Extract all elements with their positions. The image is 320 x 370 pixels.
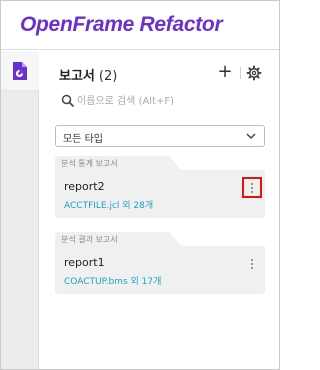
type-filter-select[interactable]: 모든 타입 bbox=[55, 125, 265, 147]
report-card-tab: 분석 통계 보고서 bbox=[55, 156, 265, 170]
settings-button[interactable] bbox=[246, 65, 262, 81]
report-category: 분석 결과 보고서 bbox=[61, 235, 118, 244]
report-document-icon bbox=[13, 62, 27, 80]
report-source-link[interactable]: COACTUP.bms 외 17개 bbox=[64, 274, 161, 287]
panel-title-label: 보고서 bbox=[59, 69, 95, 84]
panel-title: 보고서 (2) bbox=[59, 65, 117, 84]
toolbar-divider bbox=[240, 67, 241, 79]
report-card-body: report1 COACTUP.bms 외 17개 bbox=[55, 246, 265, 294]
chevron-down-icon bbox=[246, 133, 256, 140]
search-box bbox=[55, 89, 265, 113]
search-input[interactable] bbox=[77, 89, 263, 113]
report-card-tab: 분석 결과 보고서 bbox=[55, 232, 265, 246]
rail-item-reports[interactable] bbox=[1, 51, 39, 91]
report-card-body: report2 ACCTFILE.jcl 외 28개 bbox=[55, 170, 265, 218]
app-header: OpenFrame Refactor bbox=[1, 1, 279, 50]
report-more-button[interactable] bbox=[242, 253, 262, 274]
type-filter-value: 모든 타입 bbox=[63, 134, 103, 145]
add-report-button[interactable]: + bbox=[216, 62, 234, 82]
gear-icon bbox=[246, 65, 262, 81]
report-name: report1 bbox=[64, 256, 105, 269]
report-category: 분석 통계 보고서 bbox=[61, 159, 118, 168]
report-card[interactable]: 분석 결과 보고서 report1 COACTUP.bms 외 17개 bbox=[55, 232, 265, 296]
more-vertical-icon bbox=[251, 182, 253, 193]
search-icon bbox=[61, 94, 74, 107]
side-rail bbox=[1, 51, 39, 369]
report-more-button[interactable] bbox=[242, 177, 262, 198]
report-card[interactable]: 분석 통계 보고서 report2 ACCTFILE.jcl 외 28개 bbox=[55, 156, 265, 220]
report-count: (2) bbox=[98, 69, 118, 84]
more-vertical-icon bbox=[251, 258, 253, 269]
app-logo: OpenFrame Refactor bbox=[20, 13, 223, 36]
report-name: report2 bbox=[64, 180, 105, 193]
report-source-link[interactable]: ACCTFILE.jcl 외 28개 bbox=[64, 198, 153, 211]
